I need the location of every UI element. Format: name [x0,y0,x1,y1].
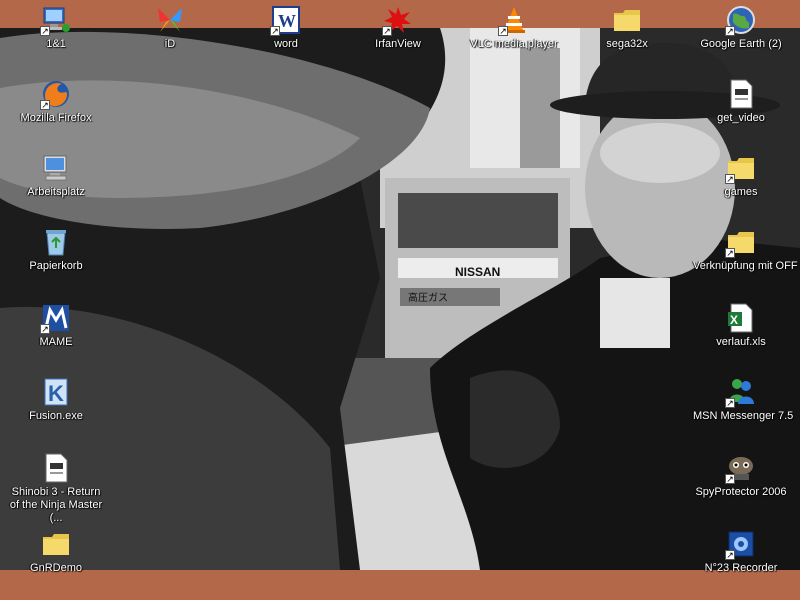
icon-label: sega32x [606,38,648,50]
desktop-icon-verlauf-xls[interactable]: X verlauf.xls [693,302,789,349]
shortcut-arrow-icon: ↗ [498,26,508,36]
desktop-icon-fusion[interactable]: K Fusion.exe [8,376,104,423]
icon-label: Verknüpfung mit OFF [693,260,798,272]
icon-label: Mozilla Firefox [20,112,92,124]
desktop-icon-shinobi3[interactable]: Shinobi 3 - Return of the Ninja Master (… [8,452,104,525]
desktop-icon-spyprotector[interactable]: ↗ SpyProtector 2006 [693,452,789,499]
icon-label: Arbeitsplatz [27,186,85,198]
firefox-icon: ↗ [40,78,72,110]
icon-label: N°23 Recorder [704,562,778,574]
desktop-icon-mame[interactable]: ↗ MAME [8,302,104,349]
desktop-icon-games[interactable]: ↗ games [693,152,789,199]
shortcut-arrow-icon: ↗ [725,550,735,560]
desktop-icon-verknuepfung-off[interactable]: ↗ Verknüpfung mit OFF [693,226,798,273]
file-icon [40,452,72,484]
shortcut-arrow-icon: ↗ [725,26,735,36]
desktop-icon-word[interactable]: W ↗ word [238,4,334,51]
recycle-bin-icon [40,226,72,258]
shortcut-arrow-icon: ↗ [725,398,735,408]
network-computer-icon: ↗ [40,4,72,36]
desktop-icon-irfanview[interactable]: ↗ IrfanView [350,4,446,51]
folder-icon [611,4,643,36]
icon-label: Shinobi 3 - Return of the Ninja Master (… [9,486,103,524]
icon-label: iD [164,38,176,50]
folder-icon [40,528,72,560]
shortcut-arrow-icon: ↗ [40,100,50,110]
svg-text:X: X [730,313,738,327]
desktop-icon-vlc[interactable]: ↗ VLC media player [466,4,562,51]
desktop-icon-msn-messenger[interactable]: ↗ MSN Messenger 7.5 [693,376,794,423]
desktop-wallpaper: NISSAN 高圧ガス [0,28,800,570]
icon-label: verlauf.xls [716,336,766,348]
icon-label: get_video [717,112,765,124]
shortcut-arrow-icon: ↗ [725,248,735,258]
icon-label: word [274,38,298,50]
truck-plate-text: 高圧ガス [408,291,448,304]
desktop-icon-google-earth[interactable]: ↗ Google Earth (2) [693,4,789,51]
svg-text:W: W [278,11,296,31]
desktop-icon-get-video[interactable]: get_video [693,78,789,125]
shortcut-arrow-icon: ↗ [725,174,735,184]
excel-icon: X [725,302,757,334]
shortcut-arrow-icon: ↗ [270,26,280,36]
icon-label: games [724,186,758,198]
shortcut-arrow-icon: ↗ [725,474,735,484]
colorful-butterfly-icon [154,4,186,36]
icon-label: 1&1 [46,38,66,50]
shortcut-arrow-icon: ↗ [40,324,50,334]
desktop-icon-gnrdemo[interactable]: GnRDemo [8,528,104,575]
icon-label: SpyProtector 2006 [695,486,787,498]
icon-label: Papierkorb [29,260,83,272]
fusion-k-icon: K [40,376,72,408]
word-document-icon: W ↗ [270,4,302,36]
red-splat-icon: ↗ [382,4,414,36]
recorder-icon: ↗ [725,528,757,560]
desktop-icon-firefox[interactable]: ↗ Mozilla Firefox [8,78,104,125]
file-icon [725,78,757,110]
desktop-icon-id[interactable]: iD [122,4,218,51]
globe-icon: ↗ [725,4,757,36]
desktop-icon-papierkorb[interactable]: Papierkorb [8,226,104,273]
my-computer-icon [40,152,72,184]
icon-label: IrfanView [375,38,421,50]
folder-icon: ↗ [725,226,757,258]
icon-label: GnRDemo [30,562,82,574]
icon-label: Google Earth (2) [700,38,782,50]
icon-label: VLC media player [470,38,558,50]
desktop-icon-n23-recorder[interactable]: ↗ N°23 Recorder [693,528,789,575]
desktop-icon-arbeitsplatz[interactable]: Arbeitsplatz [8,152,104,199]
truck-brand-text: NISSAN [455,265,500,279]
svg-text:K: K [48,381,64,406]
spyprotector-icon: ↗ [725,452,757,484]
msn-messenger-icon: ↗ [725,376,757,408]
icon-label: MAME [39,336,73,348]
icon-label: Fusion.exe [29,410,83,422]
shortcut-arrow-icon: ↗ [382,26,392,36]
mame-icon: ↗ [40,302,72,334]
desktop-icon-1und1[interactable]: ↗ 1&1 [8,4,104,51]
vlc-cone-icon: ↗ [498,4,530,36]
folder-icon: ↗ [725,152,757,184]
icon-label: MSN Messenger 7.5 [693,410,794,422]
desktop-icon-sega32x[interactable]: sega32x [579,4,675,51]
shortcut-arrow-icon: ↗ [40,26,50,36]
